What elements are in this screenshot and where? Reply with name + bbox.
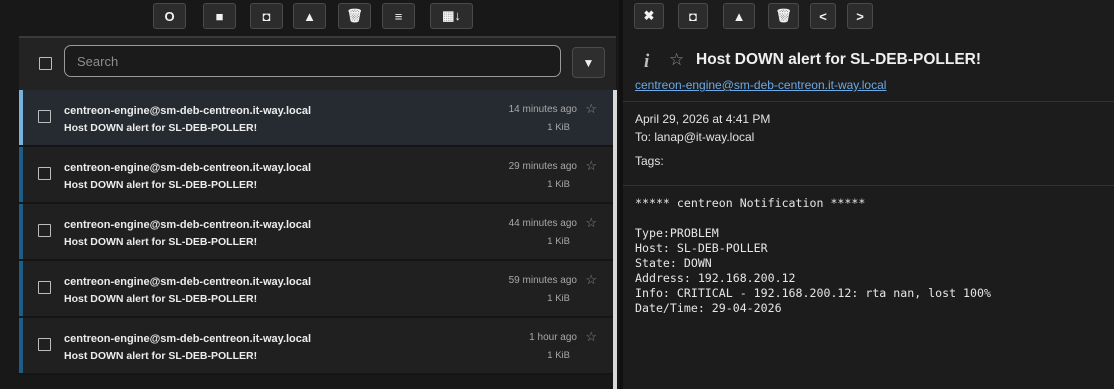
message-toolbar: ✖ ◘ ▲ 🗑 < > [623,0,1114,36]
message-time: 44 minutes ago [508,218,577,229]
warning-icon: ▲ [303,8,316,24]
message-subject: Host DOWN alert for SL-DEB-POLLER! [64,293,258,305]
message-subject: Host DOWN alert for SL-DEB-POLLER! [64,179,258,191]
message-size: 1 KiB [547,236,570,247]
message-subject: Host DOWN alert for SL-DEB-POLLER! [64,122,258,134]
message-checkbox[interactable] [38,281,51,294]
message-row[interactable]: centreon-engine@sm-deb-centreon.it-way.l… [19,204,613,259]
message-checkbox[interactable] [38,224,51,237]
refresh-button[interactable]: O [153,3,186,29]
star-icon[interactable]: ☆ [585,101,597,117]
message-sender: centreon-engine@sm-deb-centreon.it-way.l… [64,276,312,288]
message-recipient: To: lanap@it-way.local [635,130,755,144]
list-scrollbar[interactable] [613,90,617,389]
message-size: 1 KiB [547,122,570,133]
message-list: centreon-engine@sm-deb-centreon.it-way.l… [19,90,613,389]
next-button[interactable]: > [847,3,873,29]
search-bar: ▼ [19,38,616,90]
delete-button[interactable]: 🗑 [338,3,371,29]
archive-icon: ◘ [689,8,697,24]
unread-indicator [19,261,23,316]
message-size: 1 KiB [547,179,570,190]
message-sender: centreon-engine@sm-deb-centreon.it-way.l… [64,162,312,174]
previous-button[interactable]: < [810,3,836,29]
message-date: April 29, 2026 at 4:41 PM [635,112,771,126]
message-body: ***** centreon Notification ***** Type:P… [635,196,991,315]
previous-icon: < [819,8,827,24]
filter-dropdown-button[interactable]: ▼ [572,47,605,78]
delete-button[interactable]: 🗑 [768,3,799,29]
message-list-pane: O ■ ◘ ▲ 🗑 ≡ ▦↓ ▼ centreon-engi [0,0,619,389]
message-time: 14 minutes ago [508,104,577,115]
star-icon[interactable]: ☆ [585,329,597,345]
menu-icon: ≡ [394,8,403,24]
message-checkbox[interactable] [38,338,51,351]
next-icon: > [856,8,864,24]
refresh-icon: O [164,8,175,24]
star-icon[interactable]: ☆ [585,215,597,231]
star-icon[interactable]: ☆ [585,158,597,174]
message-subject: Host DOWN alert for SL-DEB-POLLER! [64,350,258,362]
spam-button[interactable]: ▲ [723,3,755,29]
message-sender: centreon-engine@sm-deb-centreon.it-way.l… [64,219,312,231]
unread-indicator [19,318,23,373]
sort-button[interactable]: ▦↓ [430,3,473,29]
message-row[interactable]: centreon-engine@sm-deb-centreon.it-way.l… [19,147,613,202]
header-divider [623,101,1114,102]
info-icon[interactable]: i [644,51,649,73]
message-checkbox[interactable] [38,167,51,180]
body-divider [623,185,1114,186]
trash-icon: 🗑 [775,8,792,23]
search-input[interactable] [64,45,561,77]
message-checkbox[interactable] [38,110,51,123]
select-all-checkbox[interactable] [39,57,52,70]
message-time: 29 minutes ago [508,161,577,172]
trash-icon: 🗑 [346,8,363,23]
unread-indicator [19,147,23,202]
close-icon: ✖ [643,8,655,23]
folder-button[interactable]: ■ [203,3,236,29]
message-subject: Host DOWN alert for SL-DEB-POLLER! [64,236,258,248]
unread-indicator [19,90,23,145]
message-view-pane: ✖ ◘ ▲ 🗑 < > i ☆ Host DOWN alert for SL-D… [623,0,1114,389]
archive-icon: ◘ [262,8,271,24]
archive-button[interactable]: ◘ [250,3,283,29]
menu-button[interactable]: ≡ [382,3,415,29]
message-tags: Tags: [635,154,664,168]
message-sender: centreon-engine@sm-deb-centreon.it-way.l… [64,105,312,117]
star-icon[interactable]: ☆ [669,50,684,70]
message-row[interactable]: centreon-engine@sm-deb-centreon.it-way.l… [19,261,613,316]
row-divider [19,373,613,375]
list-toolbar: O ■ ◘ ▲ 🗑 ≡ ▦↓ [0,0,619,36]
unread-indicator [19,204,23,259]
sender-link[interactable]: centreon-engine@sm-deb-centreon.it-way.l… [635,78,886,92]
message-time: 1 hour ago [529,332,577,343]
chevron-down-icon: ▼ [582,55,595,70]
message-time: 59 minutes ago [508,275,577,286]
archive-button[interactable]: ◘ [678,3,708,29]
message-sender: centreon-engine@sm-deb-centreon.it-way.l… [64,333,312,345]
close-button[interactable]: ✖ [634,3,664,29]
spam-button[interactable]: ▲ [293,3,326,29]
message-row[interactable]: centreon-engine@sm-deb-centreon.it-way.l… [19,90,613,145]
message-subject-heading: Host DOWN alert for SL-DEB-POLLER! [696,51,982,68]
message-size: 1 KiB [547,350,570,361]
message-size: 1 KiB [547,293,570,304]
folder-icon: ■ [215,8,224,24]
calendar-sort-icon: ▦↓ [442,8,461,23]
message-row[interactable]: centreon-engine@sm-deb-centreon.it-way.l… [19,318,613,373]
star-icon[interactable]: ☆ [585,272,597,288]
warning-icon: ▲ [732,8,746,24]
